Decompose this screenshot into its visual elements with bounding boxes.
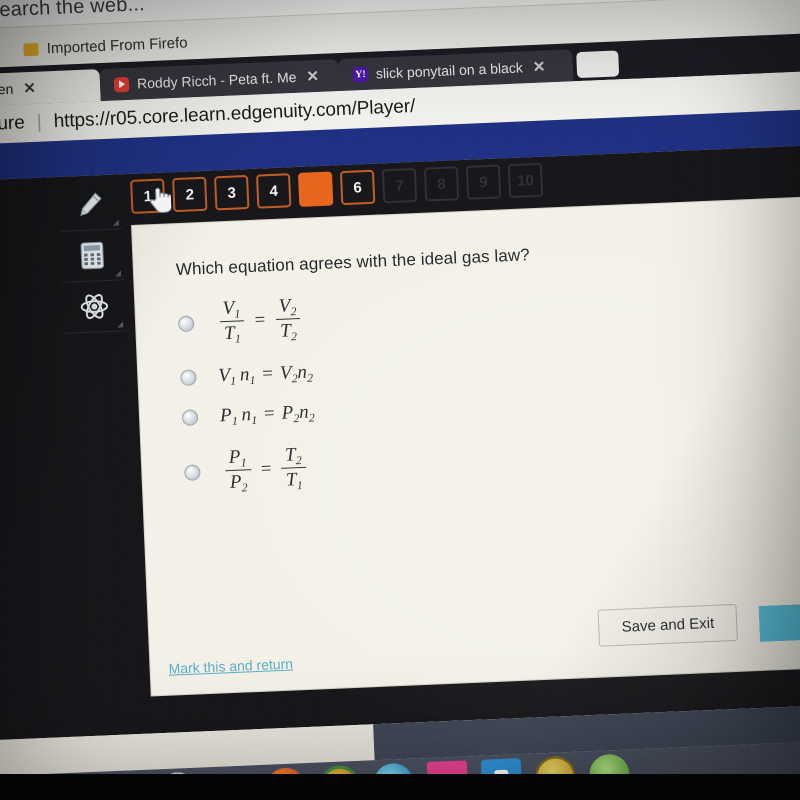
equation-c: P1 n1 = P2 n2 (219, 401, 316, 428)
atom-icon (80, 294, 109, 320)
question-card: Which equation agrees with the ideal gas… (132, 194, 800, 696)
tab-title: CR - Edgen (0, 80, 14, 100)
fraction-left: V1 T1 (218, 297, 246, 346)
numerator: V2 (278, 295, 297, 319)
security-status: Secure (0, 112, 26, 136)
calculator-icon (80, 241, 104, 270)
question-button-2[interactable]: 2 (172, 176, 208, 213)
pencil-icon (80, 192, 102, 217)
close-icon[interactable]: ✕ (532, 57, 545, 76)
bookmark-label: Imported From Firefo (46, 33, 188, 57)
radio-button-b[interactable] (180, 369, 197, 386)
question-button-1[interactable]: 1 (130, 178, 166, 214)
denominator: P2 (225, 469, 252, 494)
yahoo-icon: Y! (352, 66, 369, 83)
character-icon[interactable] (318, 764, 361, 800)
search-placeholder: Search the web... (0, 0, 146, 22)
equals-sign: = (260, 457, 272, 480)
screen-content: Search the web... ng Started Imported Fr… (0, 0, 800, 800)
equals-sign: = (254, 308, 266, 331)
denominator: T1 (281, 466, 307, 492)
folder-icon (23, 42, 40, 56)
globe-green-icon[interactable] (588, 753, 631, 796)
firefox-icon[interactable] (264, 767, 307, 800)
edge-icon[interactable] (372, 762, 415, 800)
tab-title: slick ponytail on a black (375, 59, 524, 82)
term: n1 (239, 364, 256, 387)
question-navigation: 1 2 3 4 5 6 7 8 9 10 (130, 162, 544, 214)
question-button-4[interactable]: 4 (256, 173, 292, 209)
denominator: T1 (219, 320, 246, 346)
question-text: Which equation agrees with the ideal gas… (175, 245, 531, 280)
close-icon[interactable]: ✕ (23, 79, 36, 98)
question-button-3[interactable]: 3 (214, 174, 250, 211)
assignment-body: 1 2 3 4 5 6 7 8 9 10 Which equation agre… (0, 142, 800, 742)
card-footer: Mark this and return Save and Exit Next (148, 584, 800, 696)
radio-button-c[interactable] (181, 409, 199, 426)
numerator: P1 (228, 446, 247, 470)
fraction-right: V2 T2 (274, 295, 302, 343)
next-button[interactable]: Next (759, 600, 800, 641)
file-explorer-icon[interactable] (0, 778, 37, 800)
equation-d: P1 P2 = T2 T1 (221, 444, 310, 494)
url-separator: | (36, 111, 43, 133)
periodic-table-tool[interactable] (62, 280, 127, 334)
question-button-9: 9 (465, 164, 502, 200)
term: V2 (279, 362, 298, 386)
equation-a: V1 T1 = V2 T2 (215, 295, 305, 346)
term: n2 (296, 361, 314, 385)
equation-b: V1 n1 = V2 n2 (217, 361, 314, 388)
term: n1 (241, 404, 258, 427)
equals-sign: = (263, 403, 276, 425)
security-shield-icon[interactable] (480, 758, 523, 800)
bookmark-imported-from-firefox[interactable]: Imported From Firefo (23, 33, 188, 58)
youtube-icon (113, 76, 130, 93)
mark-this-and-return-link[interactable]: Mark this and return (168, 656, 293, 677)
question-button-6[interactable]: 6 (339, 169, 376, 206)
term: V1 (217, 364, 237, 388)
answer-option-d[interactable]: P1 P2 = T2 T1 (183, 431, 615, 496)
term: n2 (298, 401, 316, 425)
close-icon[interactable]: ✕ (306, 67, 319, 86)
calculator-tool[interactable] (60, 229, 125, 283)
radio-button-d[interactable] (184, 463, 201, 481)
tool-rail (58, 178, 127, 334)
term: P2 (281, 402, 300, 426)
equals-sign: = (261, 363, 274, 385)
fraction-right: T2 T1 (281, 444, 307, 492)
radio-button-a[interactable] (177, 314, 195, 332)
photographed-screen: Search the web... ng Started Imported Fr… (0, 0, 800, 800)
pushpin-icon[interactable] (211, 769, 253, 800)
highlighter-tool[interactable] (58, 178, 123, 232)
globe-yellow-icon[interactable] (534, 755, 577, 798)
clock-icon[interactable] (156, 771, 199, 800)
answer-option-a[interactable]: V1 T1 = V2 T2 (177, 282, 609, 347)
save-and-exit-button[interactable]: Save and Exit (597, 603, 738, 647)
fs-app-icon[interactable]: FS (426, 760, 469, 800)
tab-title: Roddy Ricch - Peta ft. Me (136, 68, 297, 92)
term: P1 (219, 404, 239, 428)
numerator: T2 (284, 444, 302, 468)
fraction-left: P1 P2 (224, 446, 252, 494)
question-button-5[interactable]: 5 (150, 171, 334, 213)
new-tab-button[interactable] (576, 50, 620, 79)
library-books-icon[interactable] (103, 773, 145, 800)
media-player-icon[interactable] (49, 776, 91, 800)
question-button-10: 10 (507, 162, 544, 199)
denominator: T2 (275, 317, 302, 343)
numerator: V1 (222, 297, 241, 321)
answer-choices: V1 T1 = V2 T2 V1 n1 = V2 n2 P1 n1 = P2 n… (177, 282, 615, 502)
question-button-7: 7 (381, 167, 418, 204)
question-button-8: 8 (423, 166, 460, 202)
